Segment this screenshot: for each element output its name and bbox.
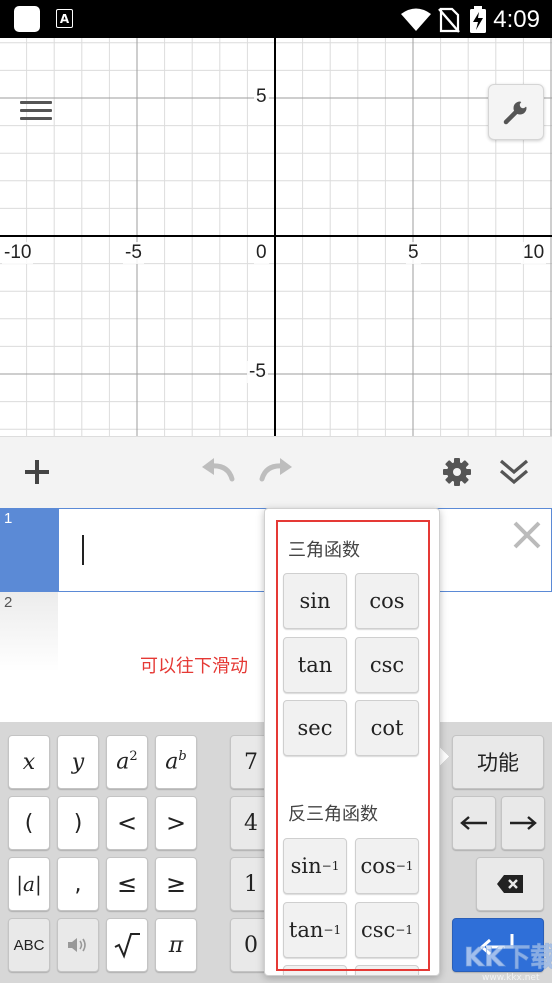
battery-charging-icon <box>470 6 486 33</box>
key-right-paren[interactable]: ) <box>57 796 99 850</box>
redo-icon[interactable] <box>258 457 296 487</box>
svg-text:KK下载: KK下载 <box>464 943 552 973</box>
x-tick-label: 0 <box>254 242 269 264</box>
highlight-annotation-frame <box>276 520 430 971</box>
expression-toolbar <box>0 436 552 509</box>
no-sim-icon <box>438 7 460 33</box>
a-notification-icon: A <box>56 9 73 28</box>
y-tick-label: 5 <box>254 86 269 108</box>
key-less-equal[interactable]: ≤ <box>106 857 148 911</box>
y-tick-label: -5 <box>247 361 268 383</box>
x-tick-label: -5 <box>123 242 144 264</box>
key-a-squared[interactable]: a2 <box>106 735 148 789</box>
x-tick-label: -10 <box>2 242 34 264</box>
key-pi[interactable]: π <box>155 918 197 972</box>
key-x[interactable]: x <box>8 735 50 789</box>
key-absolute-value[interactable]: |a| <box>8 857 50 911</box>
gear-icon[interactable] <box>442 457 472 487</box>
status-bar: A 4:09 <box>0 0 552 38</box>
key-greater-equal[interactable]: ≥ <box>155 857 197 911</box>
key-abc[interactable]: ABC <box>8 918 50 972</box>
add-icon[interactable] <box>22 457 52 487</box>
expression-index-tab[interactable]: 1 <box>0 508 58 592</box>
backspace-button[interactable] <box>476 857 544 911</box>
delete-expression-icon[interactable] <box>510 518 544 552</box>
text-cursor <box>82 535 84 565</box>
graph-canvas[interactable]: -10 -5 0 5 10 5 -5 <box>0 38 552 436</box>
sqrt-icon <box>114 933 140 959</box>
key-y[interactable]: y <box>57 735 99 789</box>
arrow-left-icon <box>460 816 487 830</box>
expression-index-tab[interactable]: 2 <box>0 592 58 672</box>
undo-icon[interactable] <box>198 457 236 487</box>
key-a-power-b[interactable]: ab <box>155 735 197 789</box>
key-comma[interactable]: , <box>57 857 99 911</box>
watermark-logo: KK下载 www.kkx.net <box>464 943 552 983</box>
arrow-right-icon <box>510 816 537 830</box>
key-greater-than[interactable]: > <box>155 796 197 850</box>
backspace-icon <box>497 875 523 893</box>
clock: 4:09 <box>493 6 540 33</box>
key-less-than[interactable]: < <box>106 796 148 850</box>
app-square-icon <box>14 6 40 32</box>
cursor-left-button[interactable] <box>452 796 496 850</box>
key-audio[interactable] <box>57 918 99 972</box>
key-left-paren[interactable]: ( <box>8 796 50 850</box>
key-square-root[interactable] <box>106 918 148 972</box>
menu-icon[interactable] <box>20 96 52 126</box>
graph-settings-button[interactable] <box>488 84 544 140</box>
x-tick-label: 5 <box>406 242 421 264</box>
collapse-icon[interactable] <box>498 455 530 487</box>
svg-text:www.kkx.net: www.kkx.net <box>482 973 540 983</box>
cursor-right-button[interactable] <box>501 796 545 850</box>
wifi-icon <box>401 8 431 31</box>
wrench-icon <box>503 98 530 125</box>
scroll-hint-annotation: 可以往下滑动 <box>140 656 248 677</box>
speaker-icon <box>68 938 86 952</box>
functions-button[interactable]: 功能 <box>452 735 544 789</box>
x-tick-label: 10 <box>521 242 547 264</box>
graph-grid <box>0 38 552 436</box>
